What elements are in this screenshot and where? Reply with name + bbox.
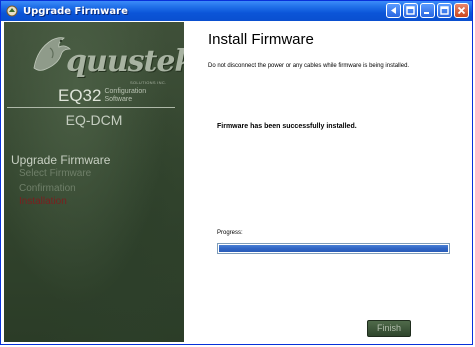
finish-button[interactable]: Finish: [367, 320, 411, 337]
help-button[interactable]: [386, 3, 401, 18]
brand-logo-text: quustek: [66, 44, 184, 79]
product-subtitle: Configuration Software: [104, 88, 146, 104]
upgrade-firmware-window: Upgrade Firmware quustek SOLUTIONS INC. …: [0, 0, 473, 345]
sidebar-divider: [7, 107, 175, 108]
title-bar[interactable]: Upgrade Firmware: [1, 1, 472, 21]
page-title: Install Firmware: [208, 31, 314, 48]
progress-fill: [219, 245, 448, 252]
firmware-app-icon: [5, 4, 19, 18]
product-block: EQ32 Configuration Software: [58, 86, 146, 106]
step-select-firmware: Select Firmware: [19, 168, 92, 179]
progress-label: Progress:: [217, 230, 243, 236]
install-progress-bar: [217, 243, 450, 254]
close-button[interactable]: [454, 3, 469, 18]
product-subtitle-line1: Configuration: [104, 88, 147, 95]
restore-icon: [406, 2, 415, 20]
product-name: EQ32: [58, 86, 102, 105]
product-subtitle-line2: Software: [104, 96, 133, 103]
window-title: Upgrade Firmware: [23, 5, 128, 17]
minimize-button[interactable]: [420, 3, 435, 18]
help-icon: [389, 2, 398, 20]
step-installation: Installation: [19, 196, 67, 207]
close-icon: [457, 2, 466, 20]
minimize-icon: [423, 2, 432, 20]
maximize-button[interactable]: [437, 3, 452, 18]
wizard-sidebar: quustek SOLUTIONS INC. EQ32 Configuratio…: [4, 22, 184, 342]
restore-button[interactable]: [403, 3, 418, 18]
brand-subtitle: SOLUTIONS INC.: [130, 80, 167, 85]
wizard-steps-heading: Upgrade Firmware: [11, 153, 111, 167]
device-name: EQ-DCM: [65, 112, 123, 128]
wizard-content: Install Firmware Do not disconnect the p…: [184, 22, 470, 342]
step-confirmation: Confirmation: [19, 183, 76, 194]
maximize-icon: [440, 2, 449, 20]
install-status-text: Firmware has been successfully installed…: [217, 123, 357, 130]
power-warning-text: Do not disconnect the power or any cable…: [208, 63, 410, 69]
